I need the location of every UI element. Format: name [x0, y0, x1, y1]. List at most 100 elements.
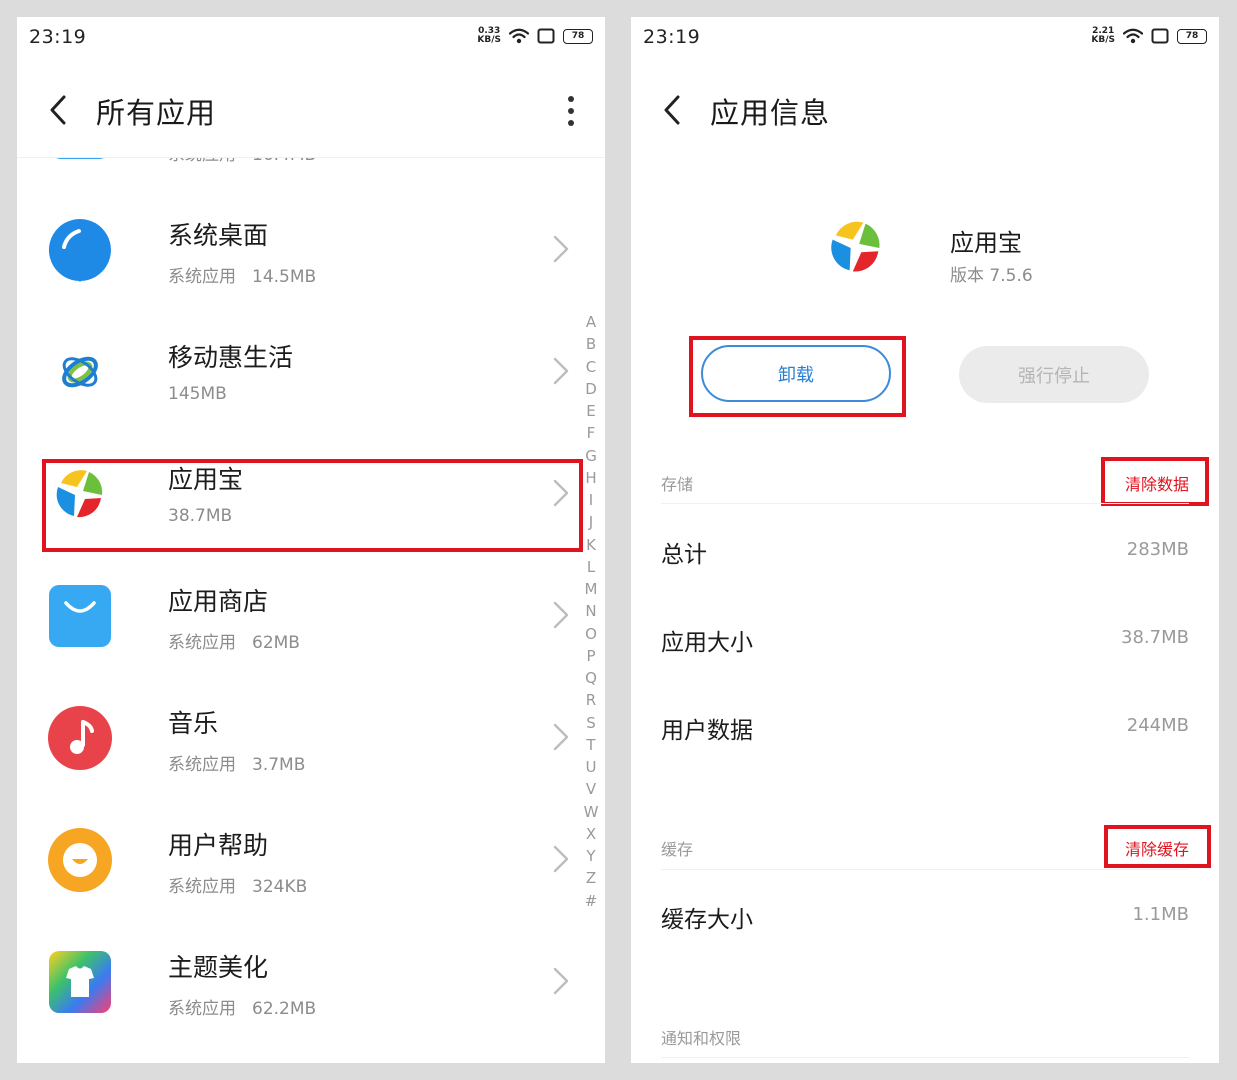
- app-list-item[interactable]: 系统桌面 系统应用 14.5MB: [17, 188, 575, 310]
- divider: [661, 503, 1189, 504]
- more-options-button[interactable]: [561, 91, 581, 131]
- index-letter[interactable]: O: [585, 623, 597, 645]
- index-letter[interactable]: B: [586, 333, 596, 355]
- chevron-right-icon: [553, 601, 569, 629]
- status-icons: 2.21 KB/S 78: [1091, 25, 1207, 47]
- highlight-box: [42, 459, 583, 552]
- index-letter[interactable]: X: [586, 823, 596, 845]
- user-data-row: 用户数据 244MB: [631, 695, 1219, 755]
- storage-section-label: 存储: [661, 475, 694, 494]
- status-bar: 23:19 2.21 KB/S 78: [631, 17, 1219, 57]
- index-letter[interactable]: N: [585, 600, 596, 622]
- index-letter[interactable]: Q: [585, 667, 597, 689]
- index-letter[interactable]: T: [586, 734, 595, 756]
- force-stop-button[interactable]: 强行停止: [959, 346, 1149, 403]
- app-size: 14.5MB: [252, 267, 317, 287]
- system-launcher-icon: [47, 217, 113, 283]
- index-letter[interactable]: H: [585, 467, 596, 489]
- index-letter[interactable]: E: [586, 400, 595, 422]
- app-meta: 系统应用 62MB: [168, 628, 300, 653]
- app-info-screen: 23:19 2.21 KB/S 78 应用信息 应用宝 版本 7.5.6 卸载 …: [631, 17, 1219, 1063]
- all-apps-screen: 23:19 0.33 KB/S 78 所有应用 系统桌面 系统应用 14.5MB…: [17, 17, 605, 1063]
- index-letter[interactable]: V: [586, 778, 596, 800]
- page-title: 所有应用: [96, 96, 217, 130]
- app-meta: 145MB: [168, 384, 227, 404]
- back-arrow-icon: [664, 95, 680, 125]
- index-letter[interactable]: M: [585, 578, 598, 600]
- info-value: 38.7MB: [1121, 627, 1189, 648]
- divider: [661, 1057, 1189, 1058]
- chevron-right-icon: [553, 967, 569, 995]
- status-time: 23:19: [29, 26, 87, 48]
- app-list-item[interactable]: 音乐 系统应用 3.7MB: [17, 676, 575, 798]
- app-name: 移动惠生活: [168, 343, 294, 372]
- more-dot-icon: [568, 120, 574, 126]
- app-name: 用户帮助: [168, 831, 269, 860]
- app-name: 系统桌面: [168, 221, 269, 250]
- index-letter[interactable]: P: [586, 645, 595, 667]
- app-size: 16.4MB: [252, 158, 316, 165]
- index-letter[interactable]: I: [589, 489, 593, 511]
- page-title: 应用信息: [710, 96, 831, 130]
- index-letter[interactable]: C: [586, 356, 596, 378]
- wifi-icon: [509, 28, 529, 44]
- index-letter[interactable]: W: [584, 801, 599, 823]
- network-speed-unit: KB/S: [477, 35, 501, 45]
- header: 所有应用: [17, 77, 605, 147]
- back-button[interactable]: [655, 90, 689, 130]
- status-bar: 23:19 0.33 KB/S 78: [17, 17, 605, 57]
- index-letter[interactable]: L: [587, 556, 595, 578]
- theme-icon: [47, 949, 113, 1015]
- chevron-right-icon: [553, 357, 569, 385]
- app-name: 应用宝: [950, 229, 1022, 257]
- app-treasure-icon: [821, 212, 891, 282]
- app-meta: 系统应用 14.5MB: [168, 262, 316, 287]
- app-name: 音乐: [168, 709, 219, 738]
- app-category: 系统应用: [168, 877, 236, 897]
- app-list-item[interactable]: 移动惠生活 145MB: [17, 310, 575, 432]
- app-name: 主题美化: [168, 953, 269, 982]
- app-list[interactable]: 系统应用 16.4MB 系统桌面 系统应用 14.5MB: [17, 157, 605, 1063]
- alphabet-index[interactable]: A B C D E F G H I J K L M N O P Q R S T U V W X Y Z #: [584, 311, 599, 912]
- status-icons: 0.33 KB/S 78: [477, 25, 593, 47]
- app-size: 62MB: [252, 633, 300, 653]
- info-value: 1.1MB: [1132, 904, 1189, 925]
- app-list-item[interactable]: 系统应用 16.4MB: [17, 158, 575, 188]
- app-list-item[interactable]: 主题美化 系统应用 62.2MB: [17, 920, 575, 1042]
- index-letter[interactable]: U: [586, 756, 597, 778]
- index-letter[interactable]: D: [585, 378, 597, 400]
- app-list-item[interactable]: 应用商店 系统应用 62MB: [17, 554, 575, 676]
- index-letter[interactable]: S: [586, 712, 596, 734]
- app-size-row: 应用大小 38.7MB: [631, 607, 1219, 667]
- info-value: 244MB: [1126, 715, 1189, 736]
- battery-icon: 78: [563, 28, 593, 44]
- index-letter[interactable]: Y: [586, 845, 595, 867]
- chevron-right-icon: [553, 235, 569, 263]
- index-letter[interactable]: F: [587, 422, 596, 444]
- back-arrow-icon: [50, 95, 66, 125]
- more-dot-icon: [568, 96, 574, 102]
- blue-app-icon: [47, 158, 113, 161]
- index-letter[interactable]: K: [586, 534, 596, 556]
- back-button[interactable]: [41, 90, 75, 130]
- battery-icon: 78: [1177, 28, 1207, 44]
- highlight-box: [1104, 825, 1211, 868]
- info-value: 283MB: [1126, 539, 1189, 560]
- app-meta: 系统应用 62.2MB: [168, 994, 316, 1019]
- info-label: 总计: [661, 542, 707, 568]
- china-mobile-icon: [47, 339, 113, 405]
- network-speed: 2.21 KB/S: [1091, 27, 1115, 45]
- app-category: 系统应用: [168, 999, 236, 1019]
- status-time: 23:19: [643, 26, 701, 48]
- index-letter[interactable]: G: [585, 445, 597, 467]
- header: 应用信息: [631, 77, 1219, 147]
- chevron-right-icon: [553, 723, 569, 751]
- app-store-icon: [47, 583, 113, 649]
- index-letter[interactable]: R: [586, 689, 596, 711]
- index-letter[interactable]: A: [586, 311, 596, 333]
- info-label: 用户数据: [661, 718, 753, 744]
- index-letter[interactable]: J: [589, 511, 593, 533]
- index-letter[interactable]: #: [585, 890, 598, 912]
- app-list-item[interactable]: 用户帮助 系统应用 324KB: [17, 798, 575, 920]
- index-letter[interactable]: Z: [586, 867, 596, 889]
